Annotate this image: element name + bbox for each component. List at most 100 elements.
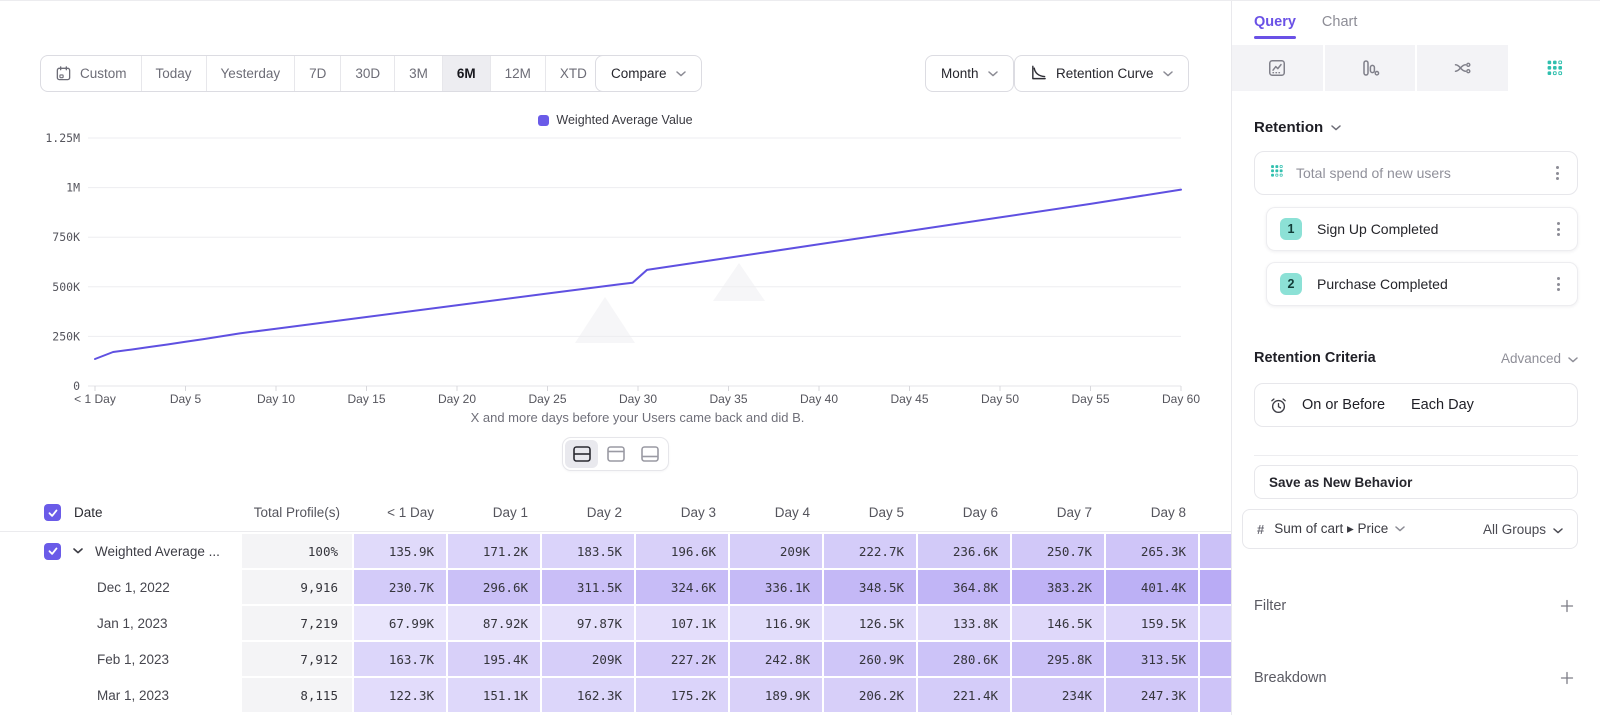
- chart-only-view-button[interactable]: [633, 440, 666, 468]
- retention-icon[interactable]: [1510, 45, 1600, 91]
- split-view-button[interactable]: [565, 440, 598, 468]
- retention-value-cell: 163.7K: [354, 642, 446, 676]
- retention-value-cell: 151.1K: [448, 678, 540, 712]
- retention-behavior-icon: [1269, 163, 1285, 184]
- retention-value-cell: 122.3K: [354, 678, 446, 712]
- funnels-icon[interactable]: [1325, 45, 1416, 91]
- retention-value-cell: 364.8K: [918, 570, 1010, 604]
- x-axis-tick: Day 40: [800, 392, 838, 406]
- y-axis-tick: 1.25M: [45, 131, 80, 145]
- retention-value-cell: 67.99K: [354, 606, 446, 640]
- y-axis-tick: 750K: [52, 230, 80, 244]
- column-header-date: Date: [74, 505, 103, 520]
- retention-value-cell: 247.3K: [1106, 678, 1198, 712]
- chart-x-axis-caption: X and more days before your Users came b…: [90, 410, 1185, 425]
- row-label: Weighted Average ...: [95, 544, 220, 559]
- retention-value-cell-partial: [1200, 534, 1231, 568]
- step-event-name: Purchase Completed: [1317, 276, 1538, 292]
- numeric-property-icon: #: [1257, 522, 1264, 537]
- retention-value-cell-partial: [1200, 606, 1231, 640]
- retention-value-cell: 162.3K: [542, 678, 634, 712]
- chevron-down-icon: [1395, 526, 1405, 532]
- tab-query[interactable]: Query: [1254, 14, 1296, 39]
- retention-value-cell: 296.6K: [448, 570, 540, 604]
- behavior-card[interactable]: Total spend of new users: [1254, 151, 1578, 195]
- row-expand-chevron-icon[interactable]: [73, 548, 83, 554]
- retention-value-cell: 97.87K: [542, 606, 634, 640]
- column-header: Total Profile(s): [242, 505, 352, 520]
- retention-value-cell-partial: [1200, 642, 1231, 676]
- table-row: Weighted Average ...100%135.9K171.2K183.…: [0, 534, 1231, 568]
- criteria-title: Retention Criteria: [1254, 350, 1376, 366]
- column-header: Day 5: [824, 505, 916, 520]
- tab-chart[interactable]: Chart: [1322, 14, 1357, 39]
- table-only-view-button[interactable]: [599, 440, 632, 468]
- group-dropdown[interactable]: All Groups: [1483, 522, 1563, 537]
- total-profiles-cell: 7,912: [242, 642, 352, 676]
- measure-property-label: Sum of cart ▸ Price: [1274, 521, 1388, 537]
- kebab-menu-icon[interactable]: [1552, 162, 1563, 184]
- retention-value-cell: 336.1K: [730, 570, 822, 604]
- insights-icon[interactable]: [1232, 45, 1323, 91]
- report-type-icons: [1232, 45, 1600, 91]
- alarm-clock-icon: [1269, 396, 1288, 415]
- criteria-frequency[interactable]: Each Day: [1411, 397, 1474, 413]
- retention-value-cell: 265.3K: [1106, 534, 1198, 568]
- criteria-condition[interactable]: On or Before: [1302, 397, 1385, 413]
- section-title: Retention: [1254, 119, 1323, 136]
- add-breakdown-button[interactable]: [1556, 667, 1578, 689]
- retention-value-cell: 227.2K: [636, 642, 728, 676]
- measure-property-dropdown[interactable]: Sum of cart ▸ Price: [1274, 521, 1405, 537]
- retention-value-cell: 295.8K: [1012, 642, 1104, 676]
- table-row: Dec 1, 20229,916230.7K296.6K311.5K324.6K…: [0, 570, 1231, 604]
- retention-value-cell: 324.6K: [636, 570, 728, 604]
- column-header: < 1 Day: [354, 505, 446, 520]
- retention-value-cell: 209K: [730, 534, 822, 568]
- behavior-step[interactable]: 2Purchase Completed: [1266, 262, 1578, 306]
- table-row: Mar 1, 20238,115122.3K151.1K162.3K175.2K…: [0, 678, 1231, 712]
- column-header: Day 3: [636, 505, 728, 520]
- column-header: Day 7: [1012, 505, 1104, 520]
- flows-icon[interactable]: [1417, 45, 1508, 91]
- retention-value-cell: 234K: [1012, 678, 1104, 712]
- retention-value-cell-partial: [1200, 570, 1231, 604]
- select-all-checkbox[interactable]: [44, 504, 61, 521]
- x-axis-tick: Day 35: [709, 392, 747, 406]
- retention-report-page: CustomTodayYesterday7D30D3M6M12MXTD Comp…: [0, 0, 1600, 715]
- retention-value-cell: 250.7K: [1012, 534, 1104, 568]
- x-axis-tick: < 1 Day: [74, 392, 116, 406]
- row-label: Jan 1, 2023: [0, 606, 240, 640]
- divider: [1254, 455, 1578, 456]
- save-as-new-behavior-button[interactable]: Save as New Behavior: [1254, 465, 1578, 499]
- kebab-menu-icon[interactable]: [1553, 273, 1564, 295]
- x-axis-tick: Day 60: [1162, 392, 1200, 406]
- group-label: All Groups: [1483, 522, 1546, 537]
- retention-value-cell: 87.92K: [448, 606, 540, 640]
- watermark-triangle: [713, 263, 765, 301]
- query-builder-sidebar: Query Chart Retention Total spend of new …: [1231, 1, 1600, 715]
- retention-value-cell: 242.8K: [730, 642, 822, 676]
- retention-value-cell: 311.5K: [542, 570, 634, 604]
- retention-value-cell: 135.9K: [354, 534, 446, 568]
- retention-value-cell: 206.2K: [824, 678, 916, 712]
- add-filter-button[interactable]: [1556, 595, 1578, 617]
- breakdown-row: Breakdown: [1254, 667, 1578, 689]
- kebab-menu-icon[interactable]: [1553, 218, 1564, 240]
- retention-value-cell: 171.2K: [448, 534, 540, 568]
- x-axis-tick: Day 10: [257, 392, 295, 406]
- retention-value-cell: 348.5K: [824, 570, 916, 604]
- row-checkbox[interactable]: [44, 543, 61, 560]
- step-number-badge: 1: [1280, 218, 1302, 240]
- criteria-mode-dropdown[interactable]: Advanced: [1501, 351, 1578, 366]
- retention-section-toggle[interactable]: Retention: [1254, 119, 1578, 136]
- report-main-area: CustomTodayYesterday7D30D3M6M12MXTD Comp…: [0, 1, 1231, 715]
- row-label: Feb 1, 2023: [0, 642, 240, 676]
- behavior-step[interactable]: 1Sign Up Completed: [1266, 207, 1578, 251]
- retention-line-chart: 0250K500K750K1M1.25M< 1 DayDay 5Day 10Da…: [0, 1, 1231, 461]
- y-axis-tick: 1M: [66, 181, 80, 195]
- retention-value-cell: 195.4K: [448, 642, 540, 676]
- retention-value-cell: 313.5K: [1106, 642, 1198, 676]
- column-header: Day 8: [1106, 505, 1198, 520]
- behavior-name: Total spend of new users: [1296, 165, 1541, 181]
- column-header: Day 2: [542, 505, 634, 520]
